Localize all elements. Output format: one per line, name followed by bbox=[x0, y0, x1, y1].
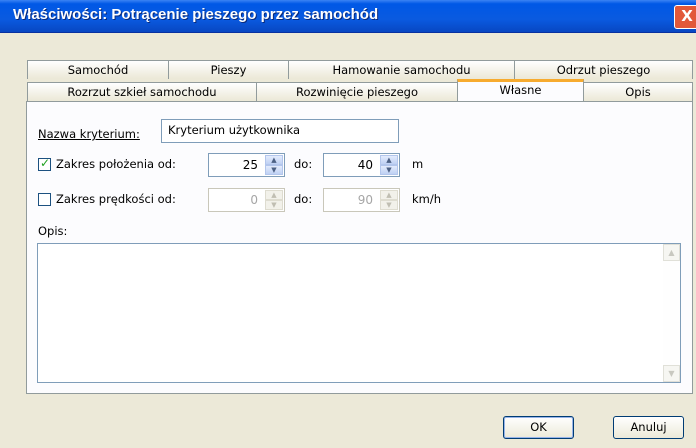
window-title: Właściwości: Potrącenie pieszego przez s… bbox=[13, 6, 379, 23]
speed-to-spinner: 90 ▲ ▼ bbox=[323, 188, 400, 212]
spin-up-icon[interactable]: ▲ bbox=[265, 155, 283, 165]
position-to-arrows: ▲ ▼ bbox=[380, 155, 398, 175]
close-button[interactable]: X bbox=[674, 5, 696, 29]
tab-row-2: Rozrzut szkieł samochodu Rozwinięcie pie… bbox=[0, 79, 696, 102]
spin-down-icon: ▼ bbox=[265, 200, 283, 210]
position-range-checkbox[interactable] bbox=[38, 156, 51, 171]
spin-up-icon[interactable]: ▲ bbox=[380, 155, 398, 165]
position-from-value: 25 bbox=[242, 158, 258, 172]
speed-range-checkbox[interactable] bbox=[38, 193, 51, 206]
tab-row-1: Samochód Pieszy Hamowanie samochodu Odrz… bbox=[0, 60, 696, 80]
spin-down-icon: ▼ bbox=[380, 200, 398, 210]
tab-wlasne[interactable]: Własne bbox=[457, 79, 584, 101]
speed-to-value: 90 bbox=[357, 193, 373, 207]
scroll-up-icon[interactable]: ▲ bbox=[663, 244, 680, 261]
title-bar[interactable]: Właściwości: Potrącenie pieszego przez s… bbox=[0, 0, 696, 33]
position-unit-label: m bbox=[412, 157, 424, 171]
spin-down-icon[interactable]: ▼ bbox=[265, 165, 283, 175]
criterion-name-label: Nazwa kryterium: bbox=[38, 127, 140, 141]
position-from-arrows: ▲ ▼ bbox=[265, 155, 283, 175]
tab-rozwiniecie-pieszego[interactable]: Rozwinięcie pieszego bbox=[256, 82, 458, 101]
speed-from-value: 0 bbox=[250, 193, 258, 207]
tab-rozrzut-szkiel[interactable]: Rozrzut szkieł samochodu bbox=[27, 82, 257, 101]
properties-dialog: Właściwości: Potrącenie pieszego przez s… bbox=[0, 0, 696, 448]
cancel-button[interactable]: Anuluj bbox=[613, 416, 684, 439]
description-scrollbar[interactable]: ▲ ▼ bbox=[663, 244, 680, 382]
scroll-down-icon[interactable]: ▼ bbox=[663, 365, 680, 382]
position-to-label: do: bbox=[294, 157, 313, 171]
position-range-label[interactable]: Zakres położenia od: bbox=[56, 157, 176, 171]
description-label-text: Opis: bbox=[38, 224, 68, 238]
spin-up-icon: ▲ bbox=[265, 190, 283, 200]
position-to-spinner[interactable]: 40 ▲ ▼ bbox=[323, 153, 400, 177]
spin-down-icon[interactable]: ▼ bbox=[380, 165, 398, 175]
speed-from-arrows: ▲ ▼ bbox=[265, 190, 283, 210]
tab-pieszy[interactable]: Pieszy bbox=[168, 60, 289, 79]
ok-button[interactable]: OK bbox=[503, 416, 574, 439]
speed-range-label[interactable]: Zakres prędkości od: bbox=[56, 192, 176, 206]
speed-to-label: do: bbox=[294, 192, 313, 206]
tab-samochod[interactable]: Samochód bbox=[27, 60, 169, 79]
tab-opis[interactable]: Opis bbox=[583, 82, 693, 101]
tab-odrzut-pieszego[interactable]: Odrzut pieszego bbox=[514, 60, 693, 79]
spin-up-icon: ▲ bbox=[380, 190, 398, 200]
position-to-value: 40 bbox=[357, 158, 373, 172]
description-textarea[interactable]: ▲ ▼ bbox=[37, 243, 681, 383]
criterion-name-input[interactable]: Kryterium użytkownika bbox=[161, 119, 399, 143]
speed-from-spinner: 0 ▲ ▼ bbox=[208, 188, 285, 212]
criterion-name-label-text: Nazwa kryterium: bbox=[38, 127, 140, 141]
description-label: Opis: bbox=[38, 224, 67, 238]
speed-to-arrows: ▲ ▼ bbox=[380, 190, 398, 210]
position-from-spinner[interactable]: 25 ▲ ▼ bbox=[208, 153, 285, 177]
tab-hamowanie-samochodu[interactable]: Hamowanie samochodu bbox=[288, 60, 515, 79]
speed-unit-label: km/h bbox=[412, 192, 442, 206]
